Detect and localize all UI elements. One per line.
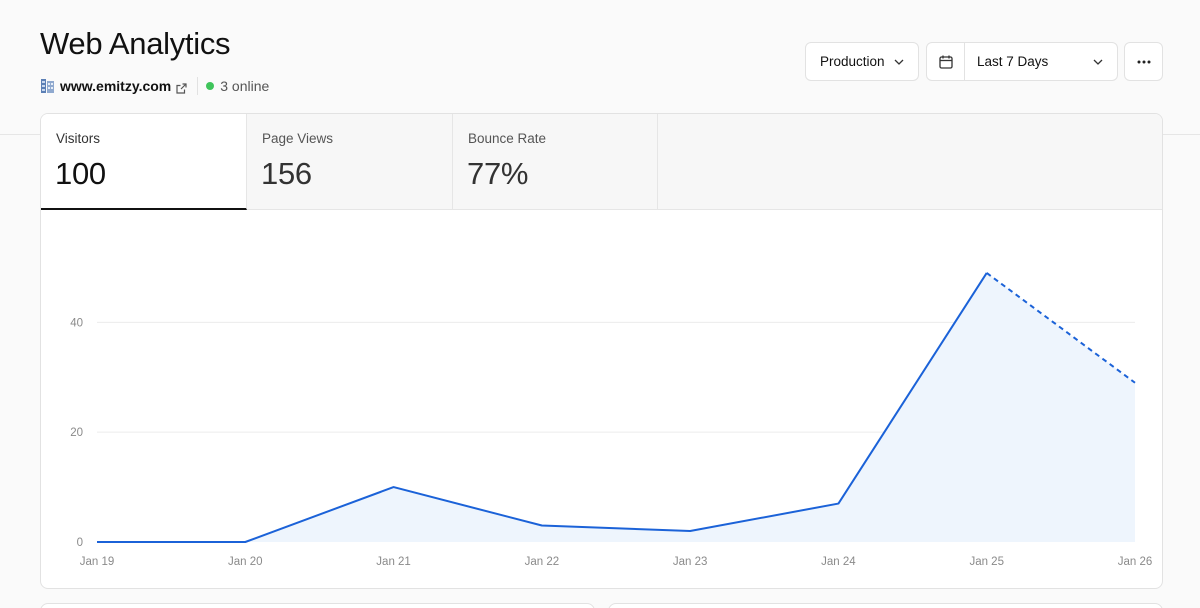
- x-tick-label: Jan 21: [376, 556, 411, 568]
- x-tick-label: Jan 20: [228, 556, 263, 568]
- calendar-icon[interactable]: [927, 43, 965, 80]
- area-fill: [97, 272, 1135, 542]
- bottom-card-right: [608, 603, 1163, 608]
- analytics-card: Visitors 100 Page Views 156 Bounce Rate …: [40, 113, 1163, 589]
- date-range-select[interactable]: Last 7 Days: [926, 42, 1118, 81]
- date-range-label: Last 7 Days: [977, 54, 1049, 69]
- environment-select[interactable]: Production: [805, 42, 919, 81]
- bottom-card-left: [40, 603, 595, 608]
- x-tick-label: Jan 22: [525, 556, 560, 568]
- y-tick-label: 40: [70, 317, 83, 329]
- y-tick-label: 0: [77, 537, 83, 549]
- x-tick-label: Jan 26: [1118, 556, 1153, 568]
- environment-select-label: Production: [820, 54, 885, 69]
- external-link-icon[interactable]: [176, 81, 187, 94]
- site-info: www.emitzy.com 3 online: [40, 76, 269, 96]
- online-status-dot: [206, 82, 215, 90]
- x-tick-label: Jan 19: [80, 556, 115, 568]
- x-tick-label: Jan 24: [821, 556, 856, 568]
- page-title: Web Analytics: [40, 26, 231, 61]
- visitors-chart: 0 20 40 Jan 19 Jan 20 Jan 21 Jan 22 Jan 23 Jan 2…: [70, 272, 1153, 568]
- chevron-down-icon: [894, 59, 904, 65]
- site-domain-link[interactable]: www.emitzy.com: [60, 78, 171, 94]
- more-options-button[interactable]: [1124, 42, 1163, 81]
- x-tick-label: Jan 23: [673, 556, 708, 568]
- chevron-down-icon: [1093, 59, 1103, 65]
- x-tick-label: Jan 25: [969, 556, 1004, 568]
- y-tick-label: 20: [70, 427, 83, 439]
- site-favicon-icon: [40, 78, 55, 94]
- ellipsis-icon: [1137, 60, 1150, 63]
- online-count: 3 online: [220, 78, 270, 94]
- separator: [197, 77, 199, 95]
